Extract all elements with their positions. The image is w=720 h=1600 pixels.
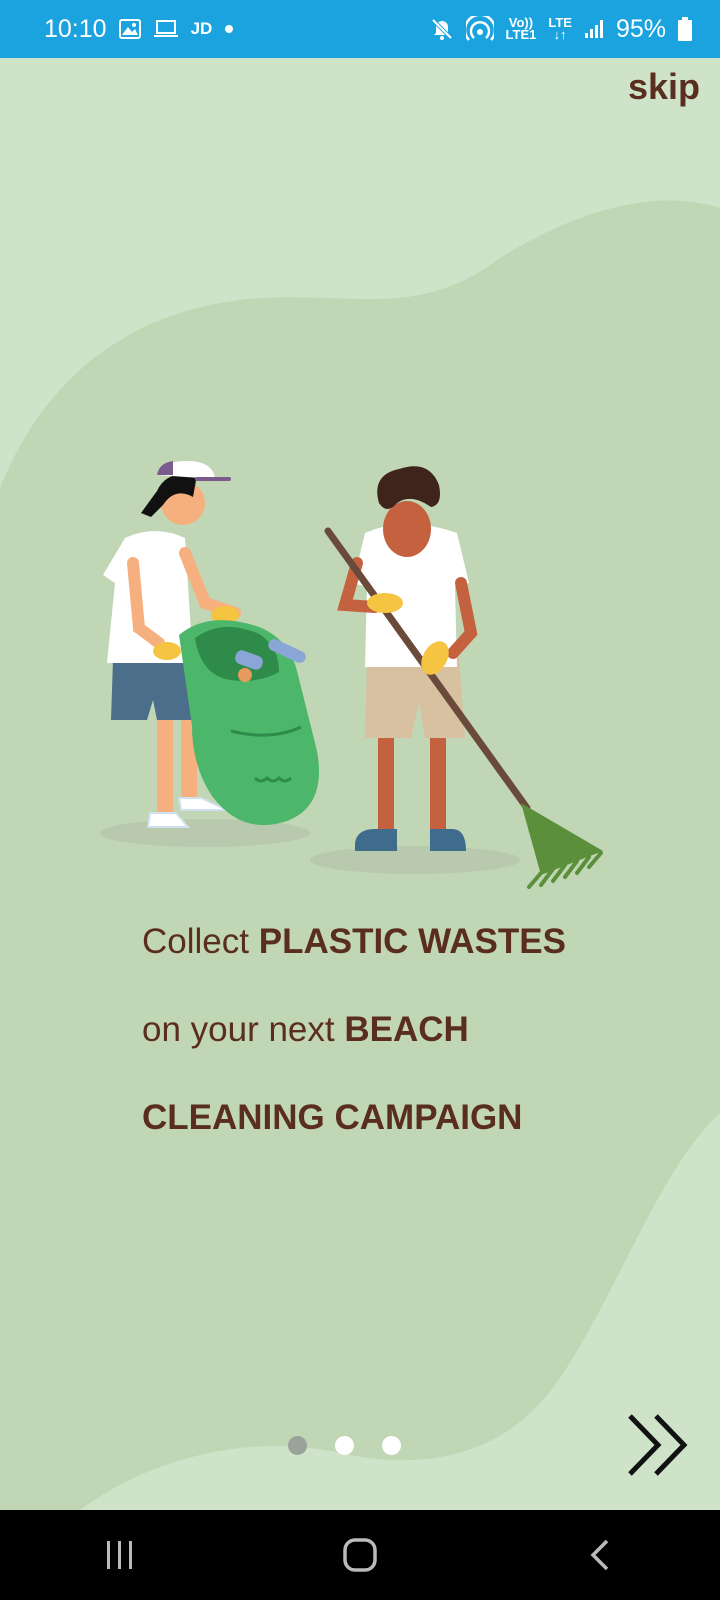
home-button[interactable] <box>330 1525 390 1585</box>
recents-button[interactable] <box>90 1525 150 1585</box>
status-time: 10:10 <box>44 14 107 43</box>
laptop-icon <box>153 19 179 39</box>
status-bar: 10:10 JD Vo)) LTE1 LTE ↓↑ 95% <box>0 0 720 58</box>
status-right: Vo)) LTE1 LTE ↓↑ 95% <box>430 15 692 44</box>
volte-indicator: Vo)) LTE1 <box>505 16 537 42</box>
headline-line-1: Collect PLASTIC WASTES <box>142 898 662 986</box>
mute-icon <box>430 17 454 41</box>
home-icon <box>343 1538 377 1572</box>
data-arrows: ↓↑ <box>553 27 567 42</box>
dot-icon <box>224 24 234 34</box>
signal-icon <box>584 19 604 39</box>
onboarding-headline: Collect PLASTIC WASTES on your next BEAC… <box>142 898 662 1162</box>
page-dot-1[interactable] <box>288 1436 307 1455</box>
lte-indicator: LTE ↓↑ <box>548 16 572 42</box>
double-chevron-right-icon <box>628 1414 688 1476</box>
page-indicator <box>288 1436 401 1455</box>
volte-bottom: LTE1 <box>505 27 537 42</box>
navigation-bar <box>0 1510 720 1600</box>
next-button[interactable] <box>624 1410 694 1485</box>
page-dot-3[interactable] <box>382 1436 401 1455</box>
gallery-icon <box>118 19 141 39</box>
page-dot-2[interactable] <box>335 1436 354 1455</box>
skip-button[interactable]: skip <box>628 66 700 108</box>
back-icon <box>590 1539 609 1571</box>
battery-icon <box>678 17 692 41</box>
status-left: 10:10 JD <box>44 15 234 44</box>
headline-line-1-bold: PLASTIC WASTES <box>258 922 566 961</box>
onboarding-screen: skip Collect PLASTIC WASTES on your next… <box>0 58 720 1510</box>
battery-percent: 95% <box>615 14 666 43</box>
recents-icon <box>107 1541 132 1569</box>
headline-line-1-plain: Collect <box>142 922 259 961</box>
back-button[interactable] <box>570 1525 630 1585</box>
hotspot-icon <box>465 16 494 42</box>
carrier-text: JD <box>190 19 213 38</box>
beach-cleaning-illustration <box>100 461 603 889</box>
headline-line-3-bold: CLEANING CAMPAIGN <box>142 1098 523 1137</box>
headline-line-2: on your next BEACH <box>142 986 662 1074</box>
headline-line-2-plain: on your next <box>142 1010 345 1049</box>
headline-line-3: CLEANING CAMPAIGN <box>142 1074 662 1162</box>
headline-line-2-bold: BEACH <box>344 1010 469 1049</box>
